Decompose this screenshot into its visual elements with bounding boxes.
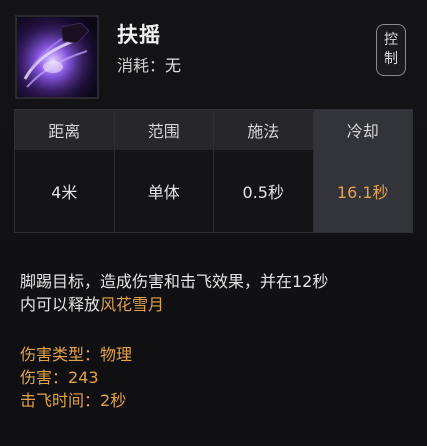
attr-label-damage: 伤害： (20, 368, 69, 387)
header-cast: 施法 (214, 110, 314, 150)
attr-value-damage-type: 物理 (100, 345, 133, 364)
description-line-1: 脚踢目标，造成伤害和击飞效果，并在12秒 (20, 272, 329, 291)
value-area: 单体 (115, 150, 214, 232)
badge-char-1: 控 (384, 32, 398, 48)
value-range: 4米 (15, 150, 115, 232)
skill-cost: 消耗：无 (117, 52, 181, 76)
cost-value: 无 (165, 56, 182, 75)
badge-char-2: 制 (384, 51, 398, 67)
skill-header: 扶摇 消耗：无 控 制 (0, 0, 427, 108)
attribute-row: 伤害类型：物理 (20, 343, 132, 366)
attr-label-damage-type: 伤害类型： (20, 345, 101, 364)
stats-value-row: 4米 单体 0.5秒 16.1秒 (15, 150, 412, 232)
cost-label: 消耗： (117, 56, 166, 75)
skill-stats-table: 距离 范围 施法 冷却 4米 单体 0.5秒 16.1秒 (14, 109, 413, 233)
attr-label-knockup-time: 击飞时间： (20, 391, 101, 410)
header-range: 距离 (15, 110, 115, 150)
skill-attributes: 伤害类型：物理 伤害：243 击飞时间：2秒 (20, 343, 132, 412)
attr-value-knockup-time: 2秒 (100, 391, 127, 410)
attr-value-damage: 243 (68, 368, 99, 387)
header-cooldown: 冷却 (313, 110, 412, 150)
purple-kick-swirl-icon (15, 15, 99, 99)
control-type-badge: 控 制 (376, 24, 406, 76)
attribute-row: 伤害：243 (20, 366, 132, 389)
skill-name: 扶摇 (117, 23, 161, 47)
value-cooldown: 16.1秒 (313, 150, 412, 232)
attribute-row: 击飞时间：2秒 (20, 389, 132, 412)
linked-skill-name: 风花雪月 (100, 295, 165, 314)
skill-description: 脚踢目标，造成伤害和击飞效果，并在12秒 内可以释放风花雪月 (20, 270, 415, 316)
value-cast: 0.5秒 (214, 150, 314, 232)
skill-tooltip-panel: 扶摇 消耗：无 控 制 距离 范围 施法 冷却 4米 单体 0.5秒 16.1秒… (0, 0, 427, 446)
stats-header-row: 距离 范围 施法 冷却 (15, 110, 412, 150)
description-line-2: 内可以释放风花雪月 (20, 293, 415, 316)
description-line-2-prefix: 内可以释放 (20, 295, 101, 314)
header-area: 范围 (115, 110, 214, 150)
